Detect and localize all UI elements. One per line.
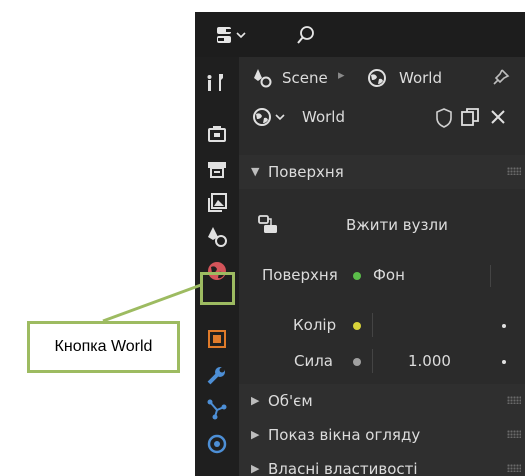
callout-label: Кнопка World — [54, 338, 153, 355]
callout-line — [102, 283, 202, 323]
callout-box: Кнопка World — [27, 321, 180, 373]
